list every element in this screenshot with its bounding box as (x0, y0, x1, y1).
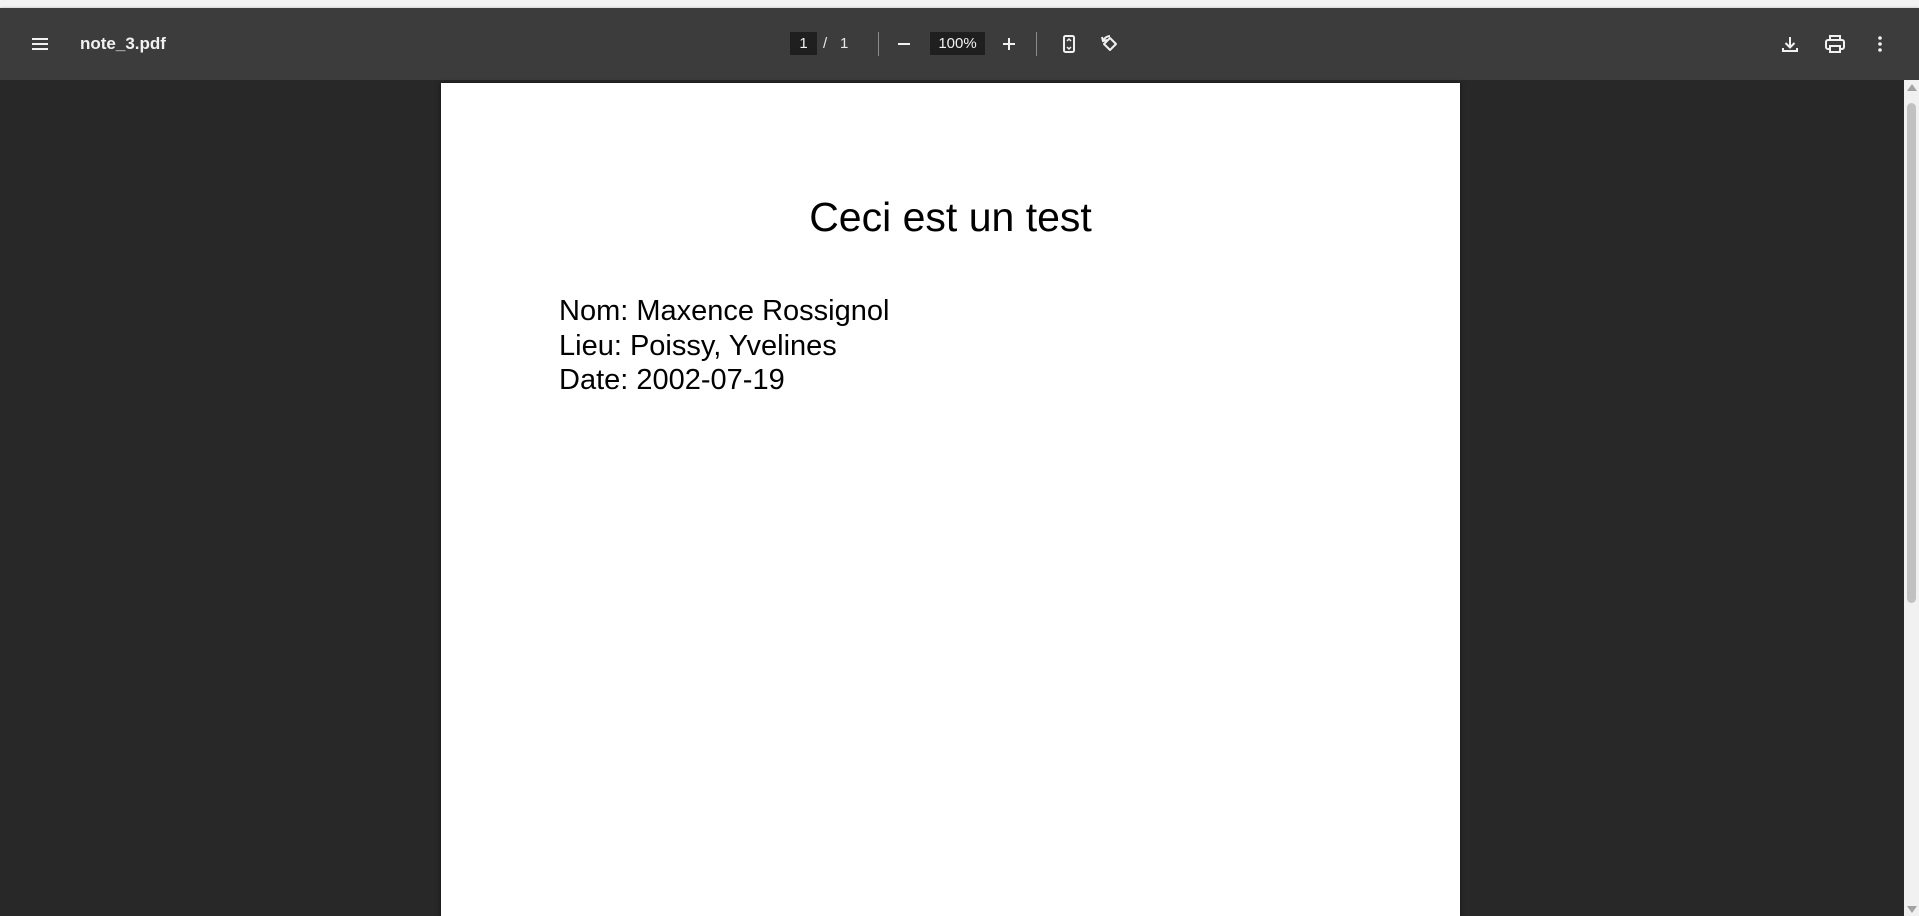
page-total: 1 (840, 35, 849, 52)
document-heading: Ceci est un test (809, 194, 1092, 240)
document-line-date: Date: 2002-07-19 (559, 364, 785, 396)
pdf-page: Ceci est un test Nom: Maxence Rossignol … (441, 83, 1460, 916)
zoom-out-button[interactable] (884, 24, 924, 64)
fit-to-page-button[interactable] (1049, 24, 1089, 64)
more-options-button[interactable] (1860, 24, 1900, 64)
toolbar-divider (1036, 32, 1037, 56)
plus-icon (1003, 38, 1015, 50)
zoom-level-input[interactable]: 100% (930, 32, 985, 55)
more-vertical-icon (1878, 36, 1882, 52)
zoom-in-button[interactable] (989, 24, 1029, 64)
hamburger-menu-icon (32, 38, 48, 50)
download-icon (1782, 37, 1798, 52)
scroll-up-arrow-icon[interactable] (1907, 84, 1917, 91)
pdf-viewer-area[interactable]: Ceci est un test Nom: Maxence Rossignol … (0, 80, 1919, 916)
download-button[interactable] (1770, 24, 1810, 64)
print-icon (1825, 35, 1845, 53)
page-separator: / (823, 35, 828, 52)
document-filename: note_3.pdf (80, 34, 166, 53)
print-button[interactable] (1815, 24, 1855, 64)
menu-button[interactable] (20, 24, 60, 64)
document-line-place: Lieu: Poissy, Yvelines (559, 329, 837, 362)
fit-page-icon (1063, 35, 1075, 53)
minus-icon (898, 43, 910, 45)
scroll-down-arrow-icon[interactable] (1907, 906, 1917, 913)
rotate-counterclockwise-icon (1101, 35, 1117, 51)
rotate-button[interactable] (1090, 24, 1130, 64)
document-line-name: Nom: Maxence Rossignol (559, 295, 890, 327)
page-number-input[interactable]: 1 (790, 32, 817, 55)
toolbar-divider (878, 32, 879, 56)
window-top-strip (0, 0, 1919, 8)
document-body: Nom: Maxence Rossignol Lieu: Poissy, Yve… (559, 294, 889, 398)
pdf-toolbar: note_3.pdf 1 / 1 100% (0, 8, 1919, 80)
scrollbar-thumb[interactable] (1907, 103, 1916, 603)
vertical-scrollbar[interactable] (1904, 80, 1919, 916)
